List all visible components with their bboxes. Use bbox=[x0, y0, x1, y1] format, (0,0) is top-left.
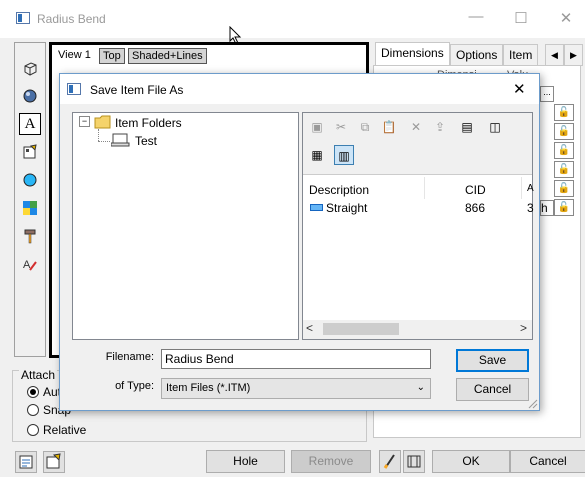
scroll-right-icon[interactable]: > bbox=[520, 321, 527, 335]
chevron-down-icon: ⌄ bbox=[416, 382, 425, 393]
window-title: Radius Bend bbox=[37, 12, 106, 26]
scroll-thumb[interactable] bbox=[323, 323, 399, 335]
attach-relative-radio[interactable] bbox=[27, 424, 39, 436]
file-toolbar: ▣ ✂ ⧉ 📋 ✕ ⇪ ▤ ◫ ▦ ▥ bbox=[303, 113, 532, 175]
detail-view-icon[interactable]: ▥ bbox=[334, 145, 354, 165]
view-tab-top[interactable]: Top bbox=[99, 48, 125, 64]
attach-relative-label[interactable]: Relative bbox=[43, 423, 86, 437]
attach-label: Attach bbox=[19, 368, 58, 382]
lock-icon[interactable]: 🔓 bbox=[554, 180, 574, 197]
attach-snap-radio[interactable] bbox=[27, 404, 39, 416]
file-type-value: Item Files (*.ITM) bbox=[166, 382, 251, 394]
dialog-title: Save Item File As bbox=[90, 83, 184, 97]
column-divider bbox=[424, 177, 425, 199]
properties-icon[interactable] bbox=[19, 141, 41, 163]
left-toolbar: A A bbox=[14, 42, 46, 357]
view-tab-shaded[interactable]: Shaded+Lines bbox=[128, 48, 207, 64]
dialog-close-button[interactable]: ✕ bbox=[513, 80, 526, 98]
properties-small-icon[interactable] bbox=[43, 451, 65, 473]
save-button[interactable]: Save bbox=[456, 349, 529, 372]
computer-folder-icon bbox=[111, 133, 130, 147]
report-icon[interactable] bbox=[15, 451, 37, 473]
file-extra: 3 bbox=[527, 201, 534, 215]
column-divider bbox=[521, 177, 522, 199]
file-row[interactable]: Straight 866 3 bbox=[303, 199, 534, 219]
pipe-item-icon bbox=[310, 204, 323, 211]
attach-auto-radio[interactable] bbox=[27, 386, 39, 398]
tab-item[interactable]: Item bbox=[503, 44, 539, 66]
cid-column-header[interactable]: CID bbox=[465, 183, 486, 197]
copy-icon[interactable]: ⧉ bbox=[355, 117, 375, 137]
tab-options[interactable]: Options bbox=[450, 44, 504, 66]
sphere-icon[interactable] bbox=[19, 85, 41, 107]
app-icon bbox=[16, 12, 30, 24]
value-cell[interactable]: h bbox=[540, 200, 554, 216]
lock-icon[interactable]: 🔓 bbox=[554, 104, 574, 121]
description-column-header[interactable]: Description bbox=[309, 183, 369, 197]
folder-tree[interactable]: − Item Folders Test bbox=[72, 112, 299, 340]
file-pane: ▣ ✂ ⧉ 📋 ✕ ⇪ ▤ ◫ ▦ ▥ Description CID A St… bbox=[302, 112, 534, 340]
delete-icon[interactable]: ✕ bbox=[406, 117, 426, 137]
resize-grip-icon[interactable] bbox=[528, 399, 538, 409]
grid-color-icon[interactable] bbox=[19, 197, 41, 219]
maximize-button[interactable]: ☐ bbox=[506, 9, 536, 27]
type-label: of Type: bbox=[115, 380, 154, 392]
folder-icon bbox=[94, 115, 111, 129]
file-cid: 866 bbox=[465, 201, 486, 215]
dialog-title-bar: Save Item File As ✕ bbox=[60, 74, 539, 104]
ok-button[interactable]: OK bbox=[432, 450, 510, 473]
export-icon[interactable]: ⇪ bbox=[430, 117, 450, 137]
remove-button[interactable]: Remove bbox=[291, 450, 371, 473]
tree-line bbox=[98, 129, 99, 141]
save-item-dialog: Save Item File As ✕ − Item Folders Test … bbox=[59, 73, 540, 411]
hammer-icon[interactable] bbox=[19, 225, 41, 247]
lock-icon[interactable]: 🔓 bbox=[554, 199, 574, 216]
file-type-select[interactable]: Item Files (*.ITM) ⌄ bbox=[161, 378, 431, 399]
horizontal-scrollbar[interactable]: < > bbox=[303, 320, 532, 339]
tree-collapse-icon[interactable]: − bbox=[79, 116, 90, 127]
dialog-app-icon bbox=[67, 83, 81, 95]
brush-icon[interactable] bbox=[379, 450, 401, 473]
filename-field[interactable]: Radius Bend bbox=[161, 349, 431, 369]
tree-root-label[interactable]: Item Folders bbox=[115, 116, 182, 130]
extra-column-header[interactable]: A bbox=[527, 183, 534, 194]
tree-child-label[interactable]: Test bbox=[135, 134, 157, 148]
view-tab-1[interactable]: View 1 bbox=[55, 48, 94, 64]
tree-line bbox=[98, 141, 110, 142]
circle-shape-icon[interactable] bbox=[19, 169, 41, 191]
chart-icon[interactable]: ◫ bbox=[485, 117, 505, 137]
dialog-cancel-button[interactable]: Cancel bbox=[456, 378, 529, 401]
filename-label: Filename: bbox=[105, 351, 154, 363]
file-description: Straight bbox=[326, 201, 368, 215]
lock-icon[interactable]: 🔓 bbox=[554, 142, 574, 159]
tab-dimensions[interactable]: Dimensions bbox=[375, 42, 450, 66]
cube-wire-icon[interactable] bbox=[19, 57, 41, 79]
scroll-left-icon[interactable]: < bbox=[306, 321, 313, 335]
text-tool-icon[interactable]: A bbox=[19, 113, 41, 135]
cut-icon[interactable]: ✂ bbox=[331, 117, 351, 137]
close-button[interactable]: ✕ bbox=[551, 9, 581, 27]
text-edit-icon[interactable]: A bbox=[19, 253, 41, 275]
list-view-icon[interactable]: ▦ bbox=[307, 145, 327, 165]
ellipsis-button[interactable]: ... bbox=[540, 86, 554, 102]
tab-scroll-right-icon[interactable]: ▶ bbox=[564, 44, 583, 66]
tab-scroll-left-icon[interactable]: ◀ bbox=[545, 44, 564, 66]
lock-icon[interactable]: 🔓 bbox=[554, 161, 574, 178]
frame-icon[interactable] bbox=[403, 450, 425, 473]
cancel-button[interactable]: Cancel bbox=[510, 450, 585, 473]
hole-button[interactable]: Hole bbox=[206, 450, 285, 473]
minimize-button[interactable]: — bbox=[461, 8, 491, 25]
lock-icon[interactable]: 🔓 bbox=[554, 123, 574, 140]
main-title-bar: Radius Bend — ☐ ✕ bbox=[0, 0, 585, 45]
camera-icon[interactable]: ▣ bbox=[307, 117, 327, 137]
details-icon[interactable]: ▤ bbox=[457, 117, 477, 137]
paste-icon[interactable]: 📋 bbox=[379, 117, 399, 137]
